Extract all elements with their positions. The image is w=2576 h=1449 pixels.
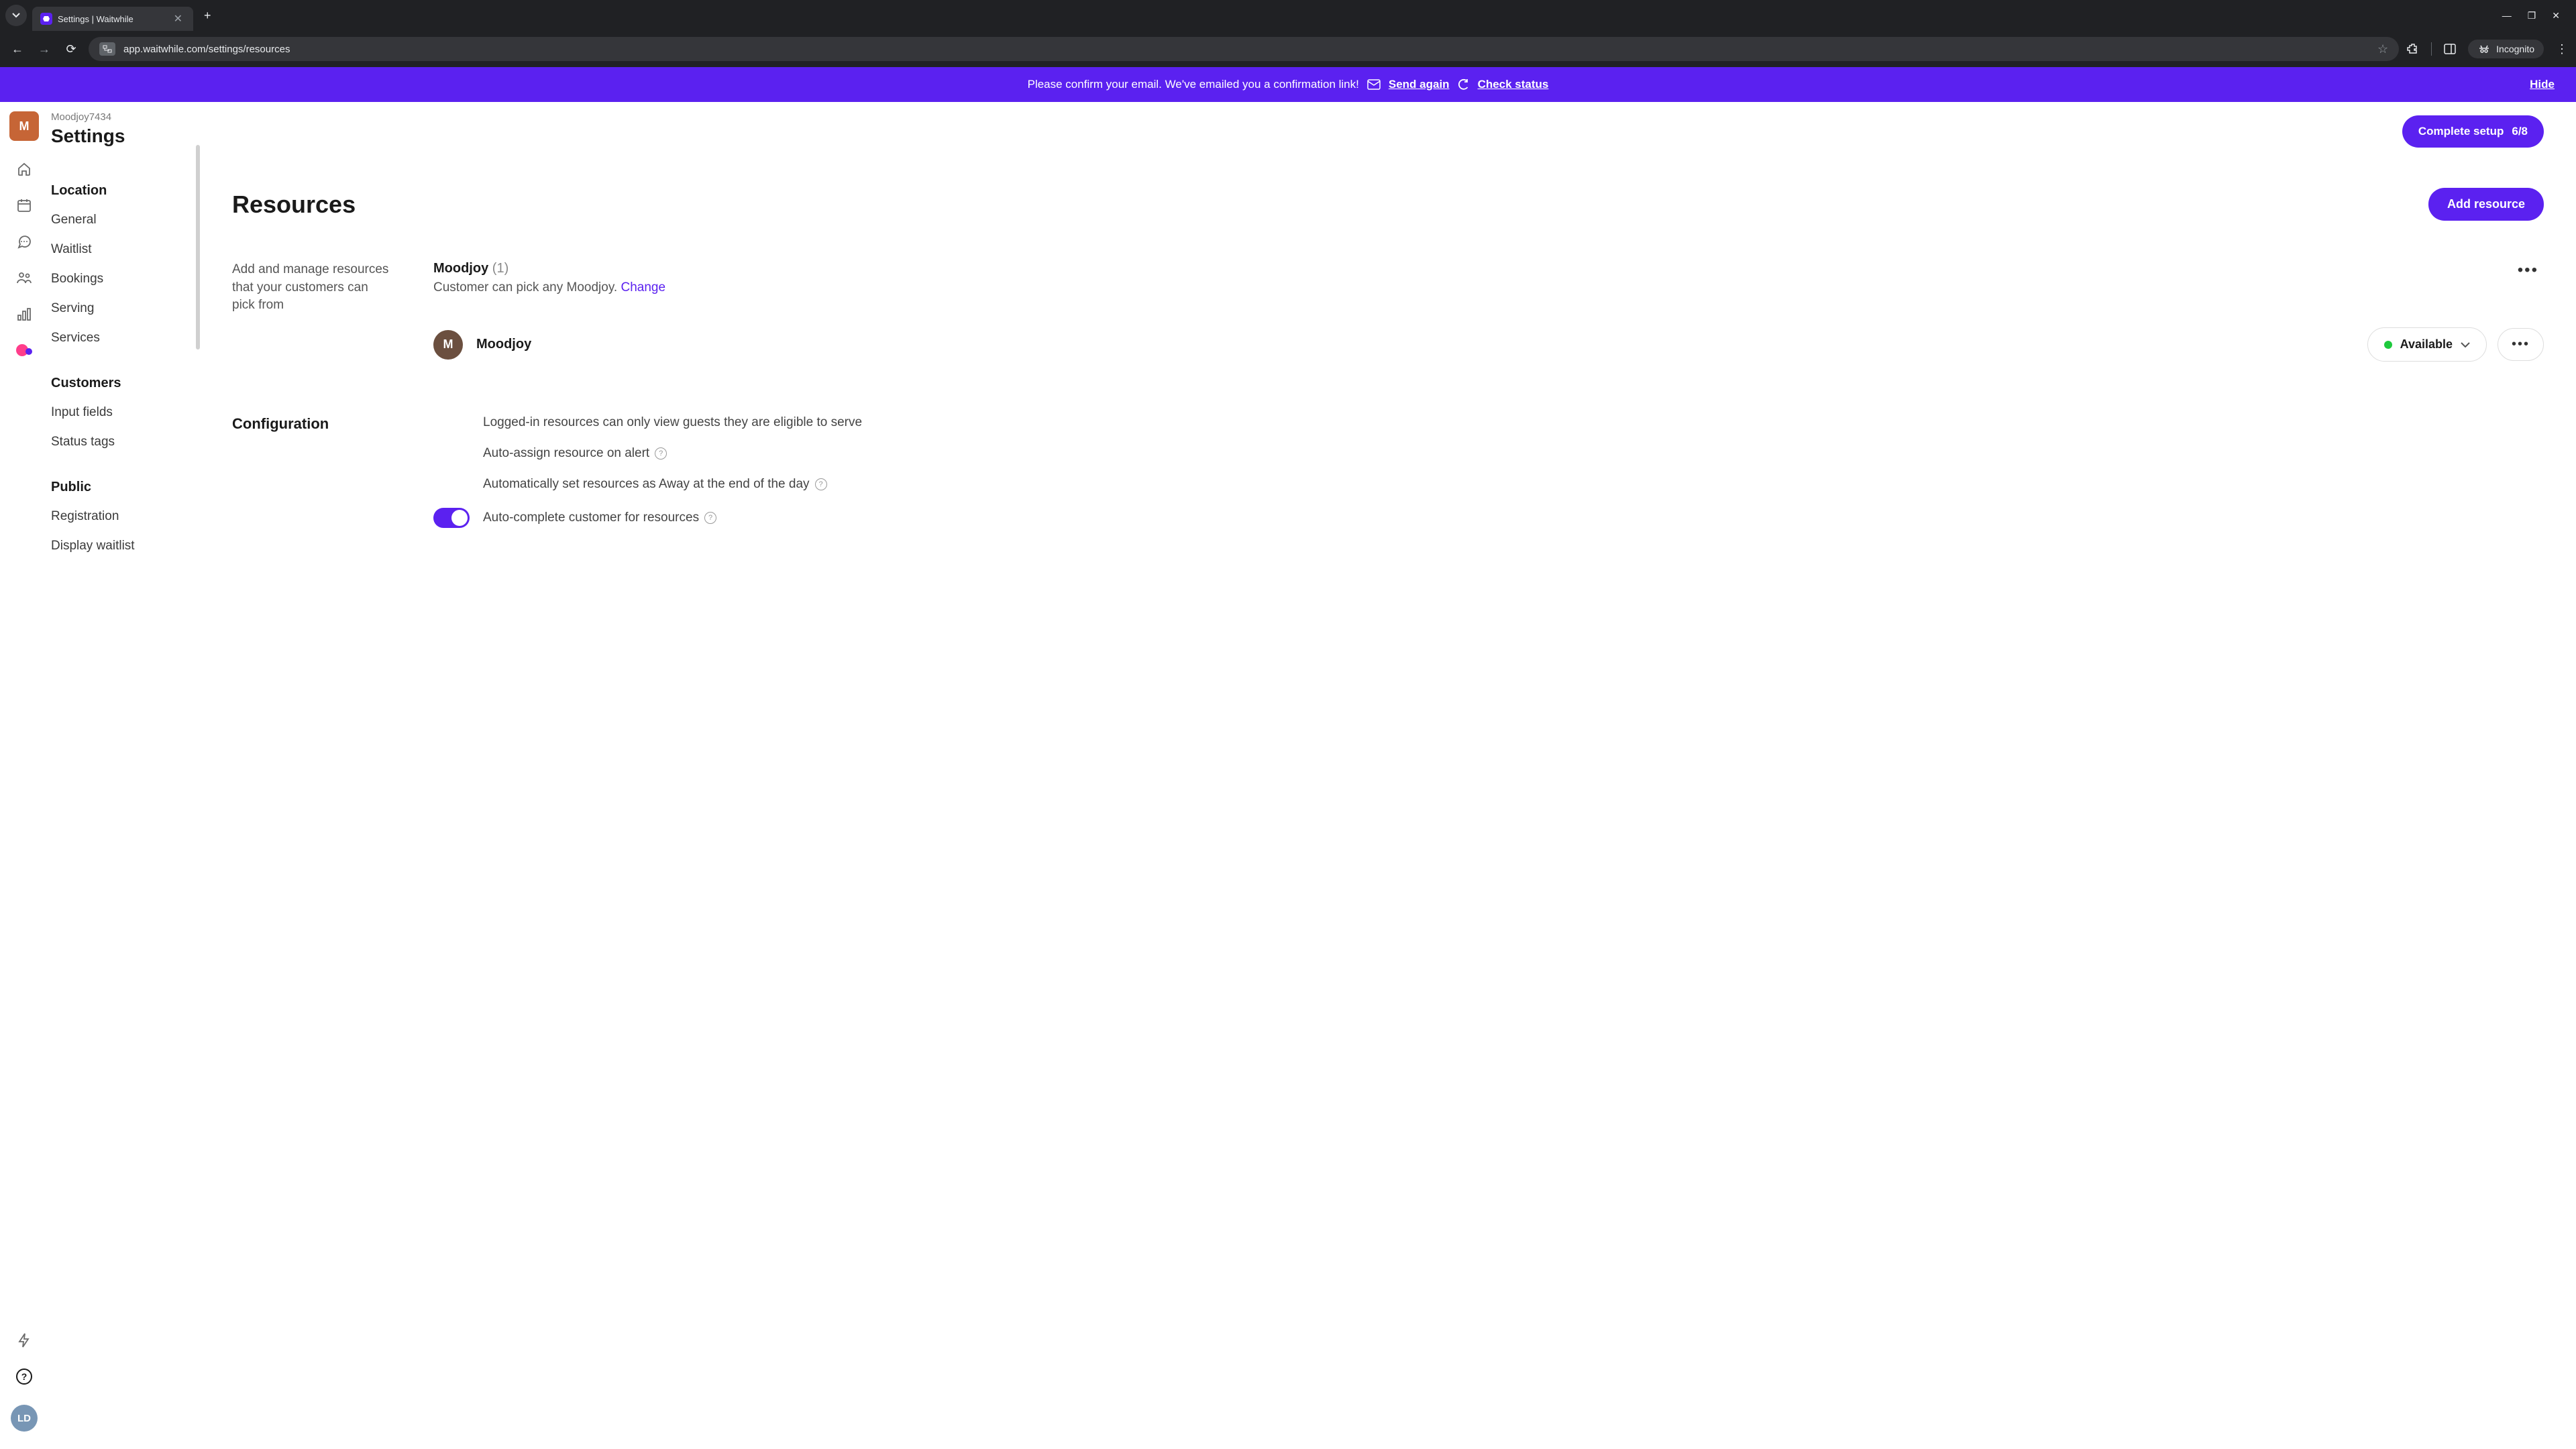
analytics-icon[interactable] <box>16 306 32 322</box>
tab-title: Settings | Waitwhile <box>58 14 166 24</box>
incognito-badge[interactable]: Incognito <box>2468 40 2544 58</box>
nav-heading-public: Public <box>48 473 200 502</box>
nav-heading-customers: Customers <box>48 369 200 398</box>
window-controls: — ❐ ✕ <box>2502 10 2571 21</box>
new-tab-button[interactable]: + <box>204 9 211 23</box>
nav-item-general[interactable]: General <box>48 205 200 235</box>
config-label: Auto-assign resource on alert ? <box>483 446 667 461</box>
url-bar[interactable]: app.waitwhile.com/settings/resources ☆ <box>89 37 2399 61</box>
app-container: M ? LD Moodjoy7434 Settings Location G <box>0 102 2576 1442</box>
help-tooltip-icon[interactable]: ? <box>655 447 667 460</box>
main-content: Complete setup 6/8 Resources Add resourc… <box>200 102 2576 1442</box>
nav-item-services[interactable]: Services <box>48 323 200 353</box>
config-row: Logged-in resources can only view guests… <box>433 415 2544 430</box>
resource-avatar: M <box>433 330 463 360</box>
browser-tab[interactable]: Settings | Waitwhile ✕ <box>32 7 193 31</box>
site-info-icon[interactable] <box>99 42 115 56</box>
maximize-button[interactable]: ❐ <box>2528 10 2536 21</box>
toolbar-divider <box>2431 42 2432 56</box>
reload-button[interactable]: ⟳ <box>62 42 80 56</box>
help-tooltip-icon[interactable]: ? <box>815 478 827 490</box>
tab-favicon <box>40 13 52 25</box>
back-button[interactable]: ← <box>8 42 27 56</box>
chat-icon[interactable] <box>16 233 32 250</box>
extensions-icon[interactable] <box>2407 43 2419 55</box>
toolbar-icons: Incognito ⋮ <box>2407 40 2568 58</box>
setup-progress: 6/8 <box>2512 125 2528 138</box>
config-row: Automatically set resources as Away at t… <box>433 477 2544 492</box>
resource-group-title: Moodjoy (1) <box>433 261 665 276</box>
nav-item-bookings[interactable]: Bookings <box>48 264 200 294</box>
nav-item-display-waitlist[interactable]: Display waitlist <box>48 531 200 561</box>
content-title: Resources <box>232 191 356 219</box>
browser-chrome: Settings | Waitwhile ✕ + — ❐ ✕ ← → ⟳ app… <box>0 0 2576 67</box>
home-icon[interactable] <box>16 161 32 177</box>
resource-item: M Moodjoy Available ••• <box>433 327 2544 362</box>
tab-close-button[interactable]: ✕ <box>171 12 185 25</box>
status-label: Available <box>2400 337 2453 352</box>
minimize-button[interactable]: — <box>2502 10 2512 21</box>
nav-item-serving[interactable]: Serving <box>48 294 200 323</box>
side-panel-icon[interactable] <box>2444 44 2456 54</box>
resource-name: Moodjoy <box>476 337 531 352</box>
page-title: Settings <box>48 125 200 147</box>
help-icon[interactable]: ? <box>16 1368 32 1385</box>
add-resource-button[interactable]: Add resource <box>2428 188 2544 221</box>
banner-message: Please confirm your email. We've emailed… <box>1028 78 1359 91</box>
config-label: Automatically set resources as Away at t… <box>483 477 827 492</box>
toggle-switch[interactable] <box>433 508 470 528</box>
nav-item-input-fields[interactable]: Input fields <box>48 398 200 427</box>
chevron-down-icon <box>2461 342 2470 347</box>
config-title: Configuration <box>232 415 393 528</box>
icon-rail: M ? LD <box>0 102 48 1442</box>
bookmark-star-icon[interactable]: ☆ <box>2377 42 2388 56</box>
status-dropdown[interactable]: Available <box>2367 327 2487 362</box>
mail-icon <box>1367 79 1381 90</box>
browser-menu-button[interactable]: ⋮ <box>2556 42 2568 56</box>
complete-setup-button[interactable]: Complete setup 6/8 <box>2402 115 2544 148</box>
forward-button[interactable]: → <box>35 42 54 56</box>
nav-heading-location: Location <box>48 176 200 205</box>
send-again-link[interactable]: Send again <box>1389 78 1450 91</box>
resource-group-subtitle: Customer can pick any Moodjoy. Change <box>433 280 665 295</box>
calendar-icon[interactable] <box>16 197 32 213</box>
address-bar: ← → ⟳ app.waitwhile.com/settings/resourc… <box>0 31 2576 67</box>
close-window-button[interactable]: ✕ <box>2552 10 2560 21</box>
tab-bar: Settings | Waitwhile ✕ + — ❐ ✕ <box>0 0 2576 31</box>
group-more-button[interactable]: ••• <box>2512 261 2544 280</box>
nav-item-status-tags[interactable]: Status tags <box>48 427 200 457</box>
lightning-icon[interactable] <box>16 1332 32 1348</box>
org-avatar[interactable]: M <box>9 111 39 141</box>
resource-more-button[interactable]: ••• <box>2498 328 2544 361</box>
user-avatar[interactable]: LD <box>11 1405 38 1432</box>
hide-banner-link[interactable]: Hide <box>2530 78 2555 91</box>
config-row: Auto-assign resource on alert ? <box>433 446 2544 461</box>
org-name: Moodjoy7434 <box>48 111 200 123</box>
help-tooltip-icon[interactable]: ? <box>704 512 716 524</box>
email-confirm-banner: Please confirm your email. We've emailed… <box>0 67 2576 102</box>
check-status-link[interactable]: Check status <box>1478 78 1549 91</box>
section-description: Add and manage resources that your custo… <box>232 261 393 362</box>
change-link[interactable]: Change <box>621 280 666 294</box>
nav-item-waitlist[interactable]: Waitlist <box>48 235 200 264</box>
incognito-icon <box>2477 44 2491 54</box>
setup-label: Complete setup <box>2418 125 2504 138</box>
settings-icon[interactable] <box>16 342 32 358</box>
config-label: Logged-in resources can only view guests… <box>483 415 862 430</box>
tab-search-dropdown[interactable] <box>5 5 27 26</box>
config-label: Auto-complete customer for resources ? <box>483 511 716 525</box>
settings-sidebar: Moodjoy7434 Settings Location General Wa… <box>48 102 200 1442</box>
incognito-label: Incognito <box>2496 44 2534 54</box>
url-text: app.waitwhile.com/settings/resources <box>123 44 2369 55</box>
config-row: Auto-complete customer for resources ? <box>433 508 2544 528</box>
people-icon[interactable] <box>16 270 32 286</box>
refresh-icon <box>1458 78 1470 91</box>
nav-item-registration[interactable]: Registration <box>48 502 200 531</box>
status-dot-icon <box>2384 341 2392 349</box>
